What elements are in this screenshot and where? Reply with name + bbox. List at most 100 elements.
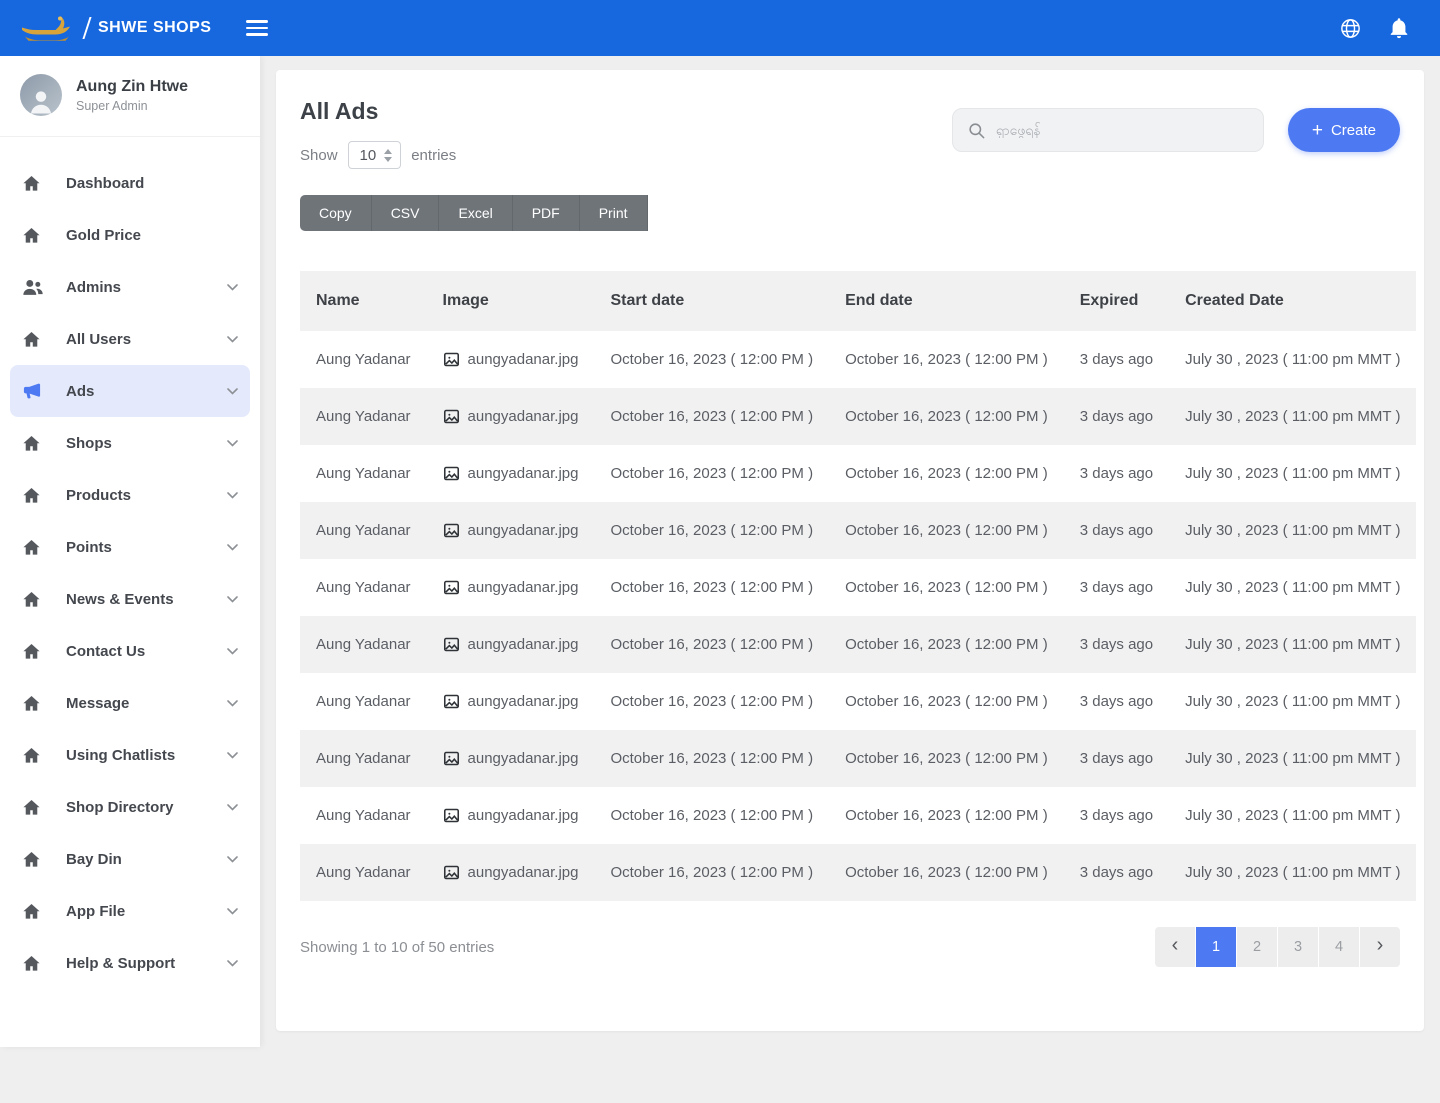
table-header[interactable]: Name — [300, 271, 427, 331]
cell-name: Aung Yadanar — [300, 502, 427, 559]
sidebar-item-label: Points — [66, 539, 112, 556]
user-name: Aung Zin Htwe — [76, 78, 188, 96]
cell-expired: 3 days ago — [1064, 502, 1169, 559]
cell-end-date: October 16, 2023 ( 12:00 PM ) — [829, 445, 1064, 502]
logo-slash — [82, 17, 91, 39]
home-icon — [22, 330, 46, 349]
table-header[interactable]: Image — [427, 271, 595, 331]
chevron-down-icon — [227, 960, 238, 967]
prev-page-button[interactable]: ‹ — [1155, 927, 1195, 967]
home-icon — [22, 226, 46, 245]
sidebar: Aung Zin Htwe Super Admin Dashboard Gold… — [0, 56, 260, 1047]
sidebar-item[interactable]: Points — [0, 521, 260, 573]
table-header[interactable]: End date — [829, 271, 1064, 331]
page-button[interactable]: 3 — [1278, 927, 1318, 967]
all-ads-card: All Ads Show 10 entries — [276, 70, 1424, 1031]
sidebar-item[interactable]: Bay Din — [0, 833, 260, 885]
stepper-arrows-icon — [384, 149, 392, 162]
home-icon — [22, 694, 46, 713]
header-left: All Ads Show 10 entries — [300, 98, 456, 169]
cell-created-date: July 30 , 2023 ( 11:00 pm MMT ) — [1169, 502, 1416, 559]
sidebar-item[interactable]: Shops — [0, 417, 260, 469]
page-button[interactable]: 4 — [1319, 927, 1359, 967]
home-icon — [22, 746, 46, 765]
export-button[interactable]: Copy — [300, 195, 372, 231]
sidebar-item[interactable]: Products — [0, 469, 260, 521]
cell-image: aungyadanar.jpg — [427, 730, 595, 787]
image-filename: aungyadanar.jpg — [468, 636, 579, 653]
brand[interactable]: SHWE SHOPS — [20, 15, 226, 41]
cell-name: Aung Yadanar — [300, 559, 427, 616]
cell-start-date: October 16, 2023 ( 12:00 PM ) — [594, 445, 829, 502]
table-header[interactable]: Created Date — [1169, 271, 1416, 331]
export-button[interactable]: Excel — [439, 195, 512, 231]
sidebar-item[interactable]: Using Chatlists — [0, 729, 260, 781]
entries-label: entries — [411, 147, 456, 164]
chevron-down-icon — [227, 596, 238, 603]
search-input[interactable] — [996, 122, 1249, 138]
home-icon — [22, 850, 46, 869]
boat-logo-icon — [20, 15, 74, 41]
cell-name: Aung Yadanar — [300, 730, 427, 787]
sidebar-item[interactable]: All Users — [0, 313, 260, 365]
table-row: Aung Yadanar — [300, 730, 1416, 787]
sidebar-item-label: App File — [66, 903, 125, 920]
sidebar-item[interactable]: Gold Price — [0, 209, 260, 261]
sidebar-item-label: Shop Directory — [66, 799, 174, 816]
cell-created-date: July 30 , 2023 ( 11:00 pm MMT ) — [1169, 445, 1416, 502]
cell-name: Aung Yadanar — [300, 787, 427, 844]
sidebar-item[interactable]: Help & Support — [0, 937, 260, 989]
create-button[interactable]: + Create — [1288, 108, 1400, 152]
sidebar-item[interactable]: News & Events — [0, 573, 260, 625]
export-button[interactable]: Print — [580, 195, 648, 231]
image-icon — [443, 807, 460, 824]
table-row: Aung Yadanar — [300, 844, 1416, 901]
image-icon — [443, 750, 460, 767]
cell-image: aungyadanar.jpg — [427, 559, 595, 616]
export-button[interactable]: CSV — [372, 195, 440, 231]
image-filename: aungyadanar.jpg — [468, 693, 579, 710]
cell-expired: 3 days ago — [1064, 673, 1169, 730]
next-page-button[interactable]: › — [1360, 927, 1400, 967]
table-header[interactable]: Expired — [1064, 271, 1169, 331]
cell-name: Aung Yadanar — [300, 331, 427, 388]
sidebar-item[interactable]: Contact Us — [0, 625, 260, 677]
menu-toggle-button[interactable] — [240, 10, 274, 46]
cell-image: aungyadanar.jpg — [427, 673, 595, 730]
cell-expired: 3 days ago — [1064, 730, 1169, 787]
chevron-down-icon — [227, 648, 238, 655]
cell-image: aungyadanar.jpg — [427, 787, 595, 844]
sidebar-item[interactable]: Dashboard — [0, 157, 260, 209]
image-filename: aungyadanar.jpg — [468, 864, 579, 881]
image-icon — [443, 579, 460, 596]
table-header-row: NameImageStart dateEnd dateExpiredCreate… — [300, 271, 1416, 331]
sidebar-item-label: Message — [66, 695, 129, 712]
image-icon — [443, 522, 460, 539]
home-icon — [22, 642, 46, 661]
cell-start-date: October 16, 2023 ( 12:00 PM ) — [594, 331, 829, 388]
sidebar-item[interactable]: App File — [0, 885, 260, 937]
export-button[interactable]: PDF — [513, 195, 580, 231]
sidebar-item[interactable]: Admins — [0, 261, 260, 313]
bell-icon[interactable] — [1388, 16, 1410, 40]
home-icon — [22, 486, 46, 505]
show-entries-control: Show 10 entries — [300, 141, 456, 169]
chevron-down-icon — [227, 284, 238, 291]
sidebar-item[interactable]: Message — [0, 677, 260, 729]
sidebar-item[interactable]: Shop Directory — [0, 781, 260, 833]
cell-created-date: July 30 , 2023 ( 11:00 pm MMT ) — [1169, 673, 1416, 730]
globe-icon[interactable] — [1339, 17, 1362, 40]
page-button[interactable]: 2 — [1237, 927, 1277, 967]
header-right: + Create — [952, 108, 1400, 152]
table-row: Aung Yadanar — [300, 616, 1416, 673]
user-info: Aung Zin Htwe Super Admin — [76, 78, 188, 113]
home-icon — [22, 954, 46, 973]
table-header[interactable]: Start date — [594, 271, 829, 331]
home-icon — [22, 538, 46, 557]
table-row: Aung Yadanar — [300, 388, 1416, 445]
page-button[interactable]: 1 — [1196, 927, 1236, 967]
sidebar-item[interactable]: Ads — [10, 365, 250, 417]
page-length-select[interactable]: 10 — [348, 141, 402, 169]
avatar[interactable] — [20, 74, 62, 116]
cell-expired: 3 days ago — [1064, 559, 1169, 616]
